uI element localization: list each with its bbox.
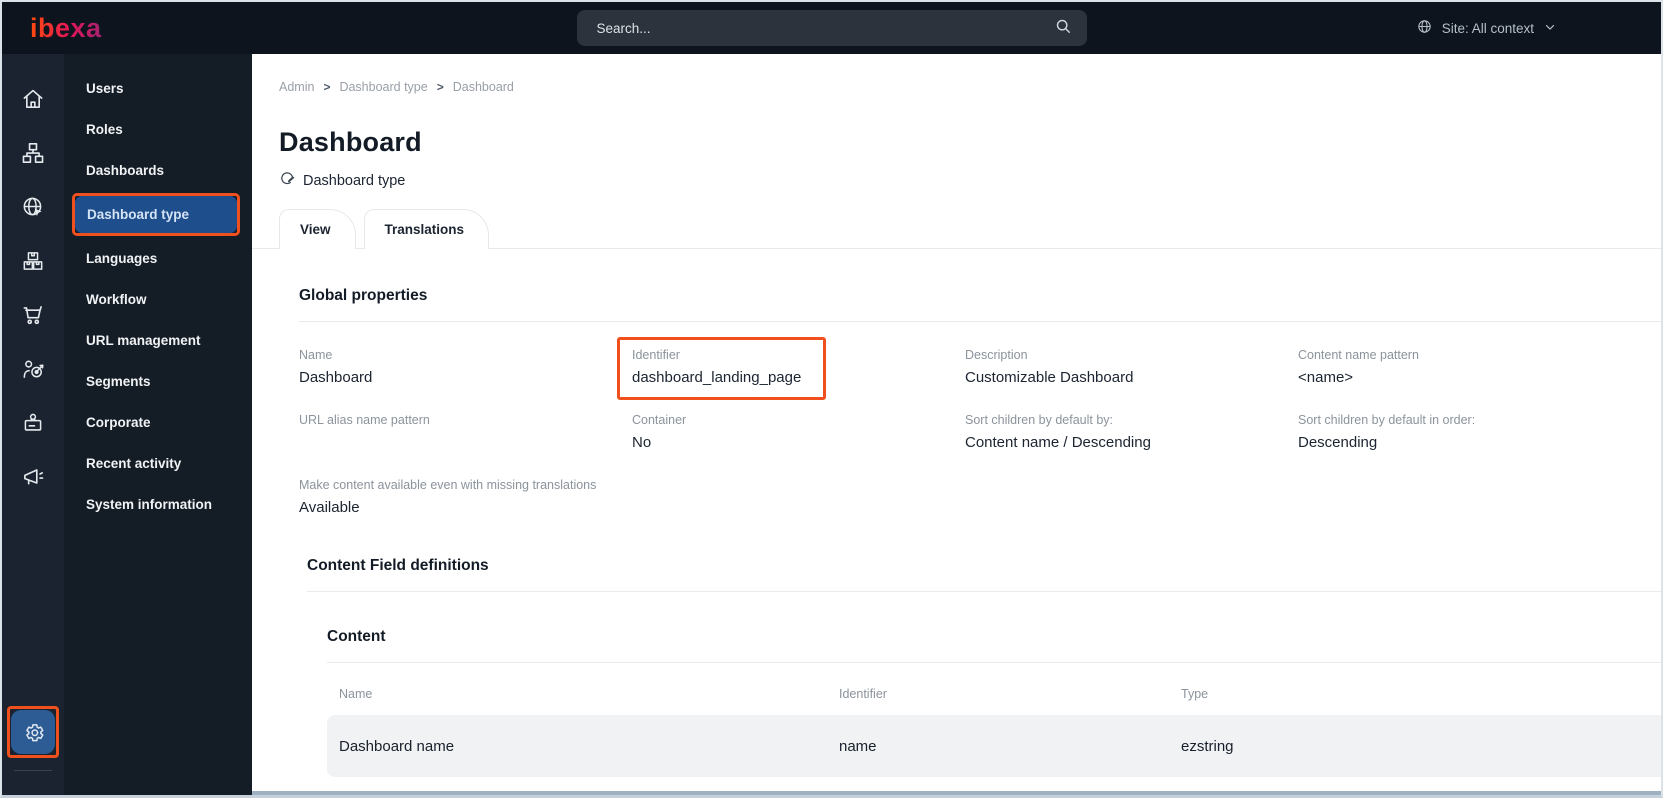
global-properties-section: Global properties Name Dashboard Identif… <box>299 287 1661 517</box>
content-type-subtitle: Dashboard type <box>279 170 1661 191</box>
sidebar-item-users[interactable]: Users <box>64 68 252 109</box>
personalization-icon[interactable] <box>2 342 64 396</box>
field-missing-translations: Make content available even with missing… <box>299 478 597 516</box>
global-properties-grid: Name Dashboard Identifier dashboard_land… <box>299 337 1661 517</box>
product-catalog-icon[interactable] <box>2 234 64 288</box>
sidebar-item-dashboards[interactable]: Dashboards <box>64 150 252 191</box>
field-container: Container No <box>632 413 687 451</box>
sidebar-item-languages[interactable]: Languages <box>64 238 252 279</box>
sidebar-item-url-management[interactable]: URL management <box>64 320 252 361</box>
site-context-selector[interactable]: Site: All context <box>1416 2 1557 54</box>
search-icon[interactable] <box>1053 16 1073 41</box>
identifier-annotation-box: Identifier dashboard_landing_page <box>617 337 827 400</box>
table-header-identifier: Identifier <box>839 687 887 701</box>
breadcrumb-separator: > <box>323 80 331 94</box>
content-field-definitions-section: Content Field definitions <box>307 557 1661 592</box>
field-identifier: Identifier dashboard_landing_page <box>617 337 965 400</box>
content-tree-icon[interactable] <box>2 126 64 180</box>
sidebar-item-dashboard-type[interactable]: Dashboard type <box>75 196 237 233</box>
admin-sidebar: Users Roles Dashboards Dashboard type La… <box>64 54 252 795</box>
sidebar-item-workflow[interactable]: Workflow <box>64 279 252 320</box>
sidebar-item-corporate[interactable]: Corporate <box>64 402 252 443</box>
content-field-definitions-heading: Content Field definitions <box>307 557 489 574</box>
table-header-row: Name Identifier Type <box>327 687 1661 715</box>
icon-rail <box>2 54 64 795</box>
top-bar: ibexa Site: All context <box>2 2 1661 54</box>
content-group-heading: Content <box>327 628 386 645</box>
table-row[interactable]: Dashboard name name ezstring <box>327 715 1661 777</box>
tab-bar: View Translations <box>279 209 1661 250</box>
tab-view[interactable]: View <box>279 209 356 250</box>
breadcrumb-admin[interactable]: Admin <box>279 80 314 94</box>
ibexa-logo[interactable]: ibexa <box>30 14 102 42</box>
sidebar-item-system-information[interactable]: System information <box>64 484 252 525</box>
tab-translations[interactable]: Translations <box>363 209 490 249</box>
cell-field-identifier: name <box>839 737 877 755</box>
field-sort-children-order: Sort children by default in order: Desce… <box>1298 413 1476 451</box>
chevron-down-icon <box>1543 20 1557 37</box>
field-definitions-table: Name Identifier Type Dashboard name name… <box>327 687 1661 777</box>
sidebar-item-segments[interactable]: Segments <box>64 361 252 402</box>
settings-annotation-box <box>7 706 59 758</box>
cell-field-name: Dashboard name <box>339 737 455 755</box>
main-content: Admin > Dashboard type > Dashboard Dashb… <box>252 54 1661 795</box>
content-type-icon <box>279 170 296 191</box>
breadcrumb-separator: > <box>436 80 444 94</box>
breadcrumb-dashboard: Dashboard <box>452 80 514 94</box>
field-url-alias-name-pattern: URL alias name pattern <box>299 413 430 427</box>
field-content-name-pattern: Content name pattern <name> <box>1298 348 1419 386</box>
site-context-label: Site: All context <box>1441 20 1534 36</box>
commerce-cart-icon[interactable] <box>2 288 64 342</box>
site-globe-icon[interactable] <box>2 180 64 234</box>
cell-field-type: ezstring <box>1181 737 1234 755</box>
field-name: Name Dashboard <box>299 348 373 386</box>
marketing-megaphone-icon[interactable] <box>2 450 64 504</box>
breadcrumb: Admin > Dashboard type > Dashboard <box>279 80 1661 94</box>
field-sort-children-by: Sort children by default by: Content nam… <box>965 413 1151 451</box>
settings-button[interactable] <box>11 710 55 754</box>
horizontal-scrollbar[interactable] <box>252 791 1661 795</box>
section-divider <box>307 591 1661 592</box>
globe-icon <box>1416 18 1433 38</box>
table-header-type: Type <box>1181 687 1209 701</box>
table-header-name: Name <box>339 687 373 701</box>
content-type-label: Dashboard type <box>303 172 406 189</box>
sidebar-selected-annotation-box: Dashboard type <box>72 193 240 236</box>
global-properties-heading: Global properties <box>299 287 428 304</box>
breadcrumb-dashboard-type[interactable]: Dashboard type <box>339 80 427 94</box>
gear-icon <box>20 719 46 745</box>
section-divider <box>327 662 1661 663</box>
corporate-badge-icon[interactable] <box>2 396 64 450</box>
page-title: Dashboard <box>279 127 422 157</box>
rail-divider <box>14 770 52 771</box>
field-description: Description Customizable Dashboard <box>965 348 1134 386</box>
tab-panel: Global properties Name Dashboard Identif… <box>252 248 1661 795</box>
ibexa-admin-window: ibexa Site: All context <box>0 0 1663 798</box>
global-search[interactable] <box>576 10 1087 46</box>
sidebar-item-roles[interactable]: Roles <box>64 109 252 150</box>
content-group-section: Content Name Identifier Type Dashboard n… <box>327 628 1661 777</box>
home-icon[interactable] <box>2 72 64 126</box>
section-divider <box>299 321 1661 322</box>
search-input[interactable] <box>596 20 1053 36</box>
sidebar-item-recent-activity[interactable]: Recent activity <box>64 443 252 484</box>
